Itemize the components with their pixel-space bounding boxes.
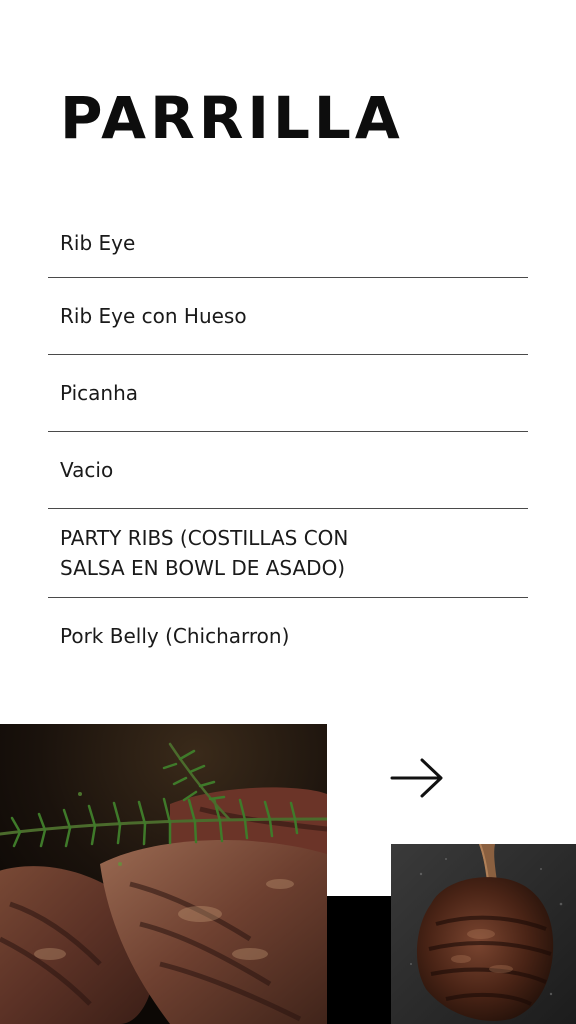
menu-item-rib-eye-con-hueso: Rib Eye con Hueso (48, 278, 528, 355)
menu-item-picanha: Picanha (48, 355, 528, 432)
menu-item-line: SALSA EN BOWL DE ASADO) (60, 556, 346, 580)
menu-list: Rib Eye Rib Eye con Hueso Picanha Vacio … (48, 208, 528, 674)
decorative-block (327, 896, 391, 1024)
arrow-right-icon[interactable] (388, 756, 446, 800)
menu-item-label: PARTY RIBS (COSTILLAS CON SALSA EN BOWL … (60, 523, 348, 583)
page-title: PARRILLA (60, 84, 404, 152)
steak-rosemary-photo (0, 724, 327, 1024)
menu-item-pork-belly: Pork Belly (Chicharron) (48, 598, 528, 674)
menu-item-label: Rib Eye con Hueso (60, 304, 247, 328)
menu-item-label: Vacio (60, 458, 114, 482)
menu-item-vacio: Vacio (48, 432, 528, 509)
menu-item-label: Rib Eye (60, 230, 136, 255)
menu-item-label: Pork Belly (Chicharron) (60, 624, 290, 648)
menu-item-line: PARTY RIBS (COSTILLAS CON (60, 526, 349, 550)
menu-item-rib-eye: Rib Eye (48, 208, 528, 278)
menu-item-party-ribs: PARTY RIBS (COSTILLAS CON SALSA EN BOWL … (48, 509, 528, 598)
tomahawk-steak-photo (391, 844, 576, 1024)
menu-item-label: Picanha (60, 381, 139, 405)
